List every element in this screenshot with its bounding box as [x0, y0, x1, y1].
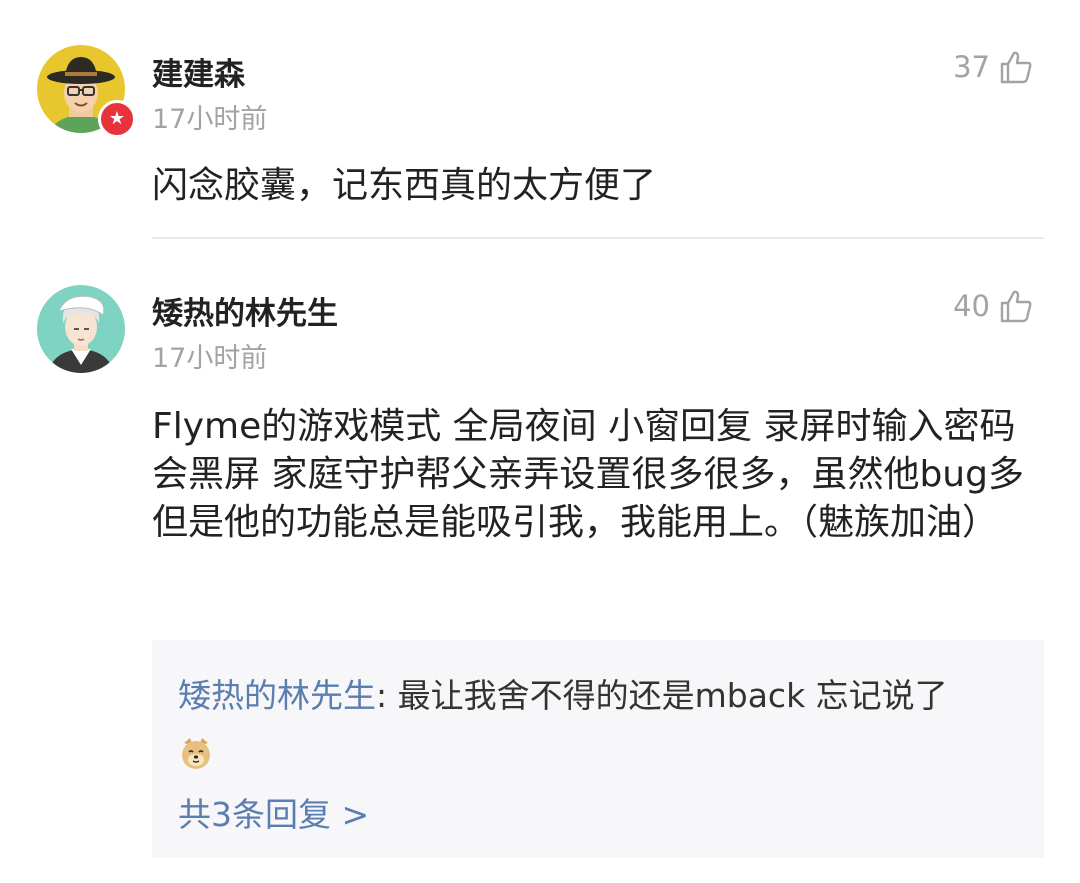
comment-item: ★ 建建森 17小时前 37 闪念胶囊，记东西真的太方便了	[0, 0, 1080, 240]
reply-text: 最让我舍不得的还是mback 忘记说了	[397, 676, 948, 715]
reply-text-line: 矮热的林先生: 最让我舍不得的还是mback 忘记说了	[178, 672, 1024, 720]
username[interactable]: 建建森	[152, 49, 245, 94]
like-count: 37	[953, 50, 990, 84]
comment-text: 闪念胶囊，记东西真的太方便了	[152, 165, 657, 206]
reply-author[interactable]: 矮热的林先生	[178, 676, 376, 715]
comment-text: Flyme的游戏模式 全局夜间 小窗回复 录屏时输入密码会黑屏 家庭守护帮父亲弄…	[152, 406, 1024, 543]
comment-list: ★ 建建森 17小时前 37 闪念胶囊，记东西真的太方便了 矮热的林先生 17小…	[0, 0, 1080, 883]
avatar[interactable]	[37, 285, 125, 373]
star-badge-icon: ★	[98, 100, 136, 138]
anime-boy-avatar-icon	[37, 285, 125, 373]
like-button[interactable]: 40	[953, 288, 1034, 324]
username[interactable]: 矮热的林先生	[152, 288, 338, 333]
thumbs-up-icon	[1000, 290, 1032, 323]
timestamp: 17小时前	[152, 104, 268, 135]
reply-separator: :	[376, 676, 398, 715]
divider	[152, 237, 1044, 239]
view-more-replies-link[interactable]: 共3条回复 >	[178, 788, 369, 836]
timestamp: 17小时前	[152, 343, 268, 374]
reply-preview[interactable]: 矮热的林先生: 最让我舍不得的还是mback 忘记说了 共3条回复 >	[152, 640, 1044, 858]
like-count: 40	[953, 289, 990, 323]
doge-emoji-icon	[182, 738, 210, 769]
thumbs-up-icon	[1000, 51, 1032, 84]
like-button[interactable]: 37	[953, 49, 1034, 85]
